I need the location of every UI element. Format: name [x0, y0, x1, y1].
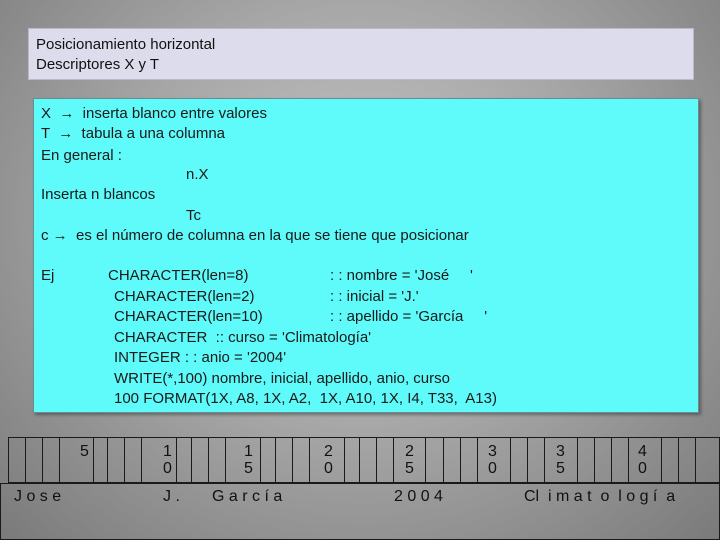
- content-line: En general :: [41, 147, 122, 164]
- code-line: : : inicial = 'J.': [330, 288, 419, 305]
- content-line: X → inserta blanco entre valores: [41, 105, 267, 122]
- ruler-tick: [594, 437, 595, 483]
- ruler-tick: [344, 437, 345, 483]
- ruler-tick: [376, 437, 377, 483]
- ruler-number: 0: [163, 460, 172, 477]
- ruler-number: 5: [556, 460, 565, 477]
- ruler-tick: [460, 437, 461, 483]
- ruler-tick: [309, 437, 310, 483]
- ruler-number: 2: [324, 443, 333, 460]
- ruler-number: 0: [638, 460, 647, 477]
- ruler-number: 0: [324, 460, 333, 477]
- ruler-tick: [443, 437, 444, 483]
- content-line: c → es el número de columna en la que se…: [41, 227, 469, 244]
- ruler-number: 3: [556, 443, 565, 460]
- slide-title-box: Posicionamiento horizontal Descriptores …: [28, 28, 694, 80]
- output-anio: 2 0 0 4: [394, 488, 443, 505]
- ruler-number: 5: [244, 460, 253, 477]
- code-line: CHARACTER :: curso = 'Climatología': [114, 329, 372, 346]
- output-curso: Cl i m a t o l o g í a: [524, 488, 676, 505]
- code-line: CHARACTER(len=10): [114, 308, 263, 325]
- output-inicial: J .: [163, 488, 180, 505]
- ruler-tick: [695, 437, 696, 483]
- ruler-tick: [208, 437, 209, 483]
- ruler-number: 1: [244, 443, 253, 460]
- slide-title: Posicionamiento horizontal: [36, 36, 216, 53]
- ruler-tick: [477, 437, 478, 483]
- ruler-number: 3: [488, 443, 497, 460]
- ruler-tick: [292, 437, 293, 483]
- code-line: CHARACTER(len=2): [114, 288, 255, 305]
- ruler-tick: [527, 437, 528, 483]
- code-line: 100 FORMAT(1X, A8, 1X, A2, 1X, A10, 1X, …: [114, 390, 497, 407]
- ruler-tick: [275, 437, 276, 483]
- ruler-tick: [510, 437, 511, 483]
- ruler-tick: [577, 437, 578, 483]
- ruler-tick: [359, 437, 360, 483]
- content-line: Inserta n blancos: [41, 186, 156, 203]
- ruler-frame: [8, 437, 720, 483]
- ruler-tick: [107, 437, 108, 483]
- code-line: INTEGER : : anio = '2004': [114, 349, 287, 366]
- code-line: : : nombre = 'José ': [330, 267, 473, 284]
- content-line: n.X: [186, 166, 209, 183]
- content-box: X → inserta blanco entre valores T → tab…: [33, 98, 699, 413]
- slide-subtitle: Descriptores X y T: [36, 56, 160, 73]
- ruler-tick: [544, 437, 545, 483]
- ruler-tick: [628, 437, 629, 483]
- ruler-number: 1: [163, 443, 172, 460]
- ruler-number: 5: [80, 443, 89, 460]
- ruler-number: 4: [638, 443, 647, 460]
- ruler-tick: [260, 437, 261, 483]
- output-apellido: G a r c í a: [212, 488, 283, 505]
- ruler-tick: [59, 437, 60, 483]
- ruler-tick: [93, 437, 94, 483]
- content-line: T → tabula a una columna: [41, 125, 225, 142]
- code-line: WRITE(*,100) nombre, inicial, apellido, …: [114, 370, 450, 387]
- ruler-tick: [425, 437, 426, 483]
- code-line: CHARACTER(len=8): [108, 267, 249, 284]
- ruler-number: 5: [405, 460, 414, 477]
- ruler-tick: [141, 437, 142, 483]
- ruler-tick: [176, 437, 177, 483]
- example-label: Ej: [41, 267, 55, 284]
- ruler-number: 2: [405, 443, 414, 460]
- ruler-tick: [678, 437, 679, 483]
- ruler-tick: [393, 437, 394, 483]
- code-line: : : apellido = 'García ': [330, 308, 488, 325]
- ruler-tick: [611, 437, 612, 483]
- ruler-tick: [661, 437, 662, 483]
- ruler-number: 0: [488, 460, 497, 477]
- ruler-tick: [225, 437, 226, 483]
- output-nombre: J o s e: [14, 488, 62, 505]
- ruler-tick: [191, 437, 192, 483]
- ruler-tick: [25, 437, 26, 483]
- ruler-tick: [124, 437, 125, 483]
- ruler-tick: [42, 437, 43, 483]
- content-line: Tc: [186, 207, 201, 224]
